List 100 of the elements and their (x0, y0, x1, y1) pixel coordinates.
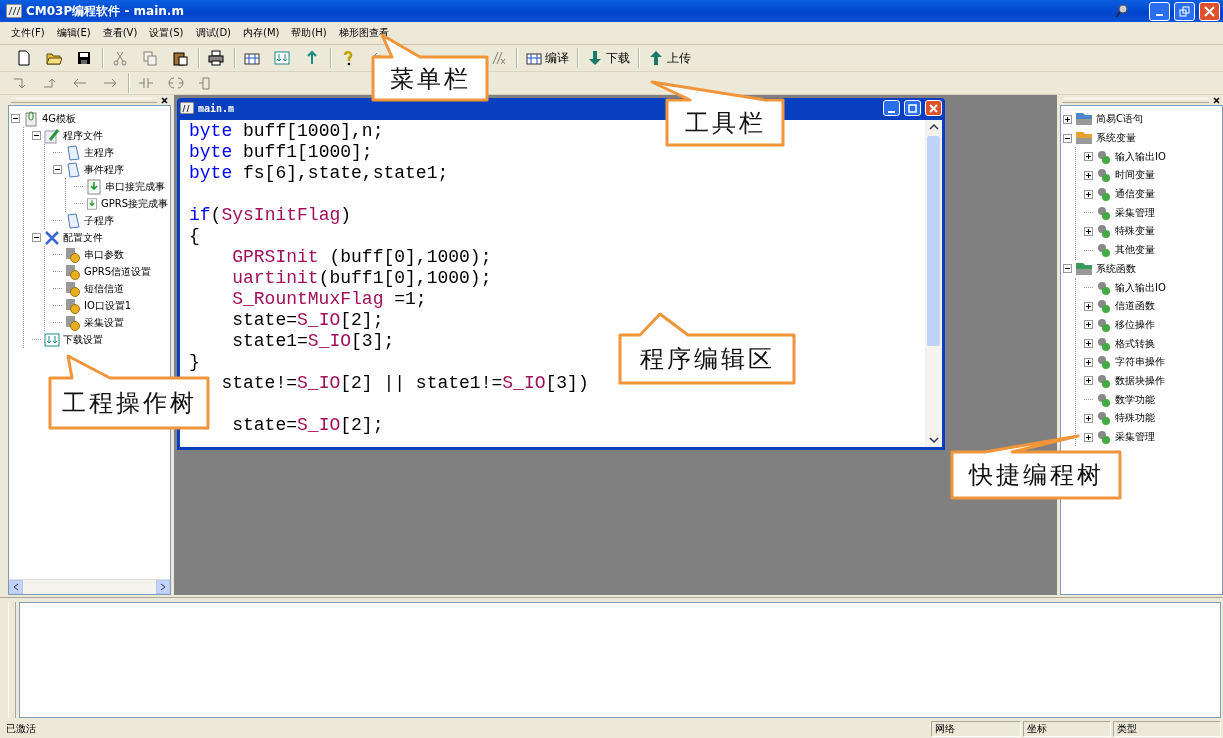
code-line: S_RountMuxFlag =1; (231, 289, 427, 310)
collapse-icon[interactable] (1063, 264, 1072, 274)
download-icon (44, 331, 60, 348)
tree-item[interactable]: 主程序 (84, 145, 114, 160)
minimize-icon (1156, 14, 1163, 16)
expand-icon[interactable] (1084, 226, 1093, 236)
pen-page-icon (44, 127, 60, 144)
menu-item[interactable]: 文件(F) (6, 24, 50, 42)
close-icon[interactable] (161, 96, 168, 104)
clipboard-icon (23, 110, 39, 127)
maximize-button[interactable] (904, 100, 921, 116)
tree-item[interactable]: 字符串操作 (1115, 355, 1165, 370)
tree-item[interactable]: 数据块操作 (1115, 373, 1165, 388)
new-file-icon (16, 50, 32, 66)
gears-icon (1096, 335, 1112, 352)
tools-icon (44, 229, 60, 246)
tree-item[interactable]: 事件程序 (84, 162, 124, 177)
tree-item[interactable]: 下载设置 (63, 332, 103, 347)
panel-grip[interactable] (8, 602, 16, 718)
minimize-button[interactable] (1149, 1, 1170, 21)
expand-icon[interactable] (1084, 301, 1093, 311)
tree-item[interactable]: GPRS接完成事 (100, 196, 168, 211)
copy-icon (142, 50, 158, 66)
tree-item[interactable]: 采集管理 (1115, 430, 1155, 445)
collapse-icon[interactable] (1063, 133, 1072, 143)
minimize-icon (888, 110, 895, 113)
collapse-icon[interactable] (53, 165, 62, 174)
tree-item[interactable]: 数学功能 (1115, 392, 1155, 407)
tree-item[interactable]: 其他变量 (1115, 243, 1155, 258)
scroll-left-button[interactable] (9, 580, 23, 594)
tree-item[interactable]: 简易C语句 (1096, 112, 1143, 127)
expand-icon[interactable] (1084, 413, 1093, 423)
tree-item[interactable]: 串口参数 (84, 247, 124, 262)
close-button[interactable] (1199, 1, 1220, 21)
tree-item[interactable]: 采集管理 (1115, 205, 1155, 220)
tree-item[interactable]: 格式转换 (1115, 336, 1155, 351)
expand-icon[interactable] (1063, 114, 1072, 124)
expand-icon[interactable] (1084, 152, 1093, 162)
menu-item[interactable]: 设置(S) (144, 24, 189, 42)
tree-item[interactable]: 系统变量 (1096, 131, 1136, 146)
pin-icon[interactable] (1115, 4, 1129, 18)
expand-icon[interactable] (1084, 432, 1093, 442)
expand-icon[interactable] (1084, 320, 1093, 330)
collapse-icon[interactable] (32, 233, 41, 242)
code-line: state=S_IO[2]; (231, 414, 384, 436)
collapse-icon[interactable] (11, 114, 20, 123)
tree-item[interactable]: 系统函数 (1096, 261, 1136, 276)
paste-icon (172, 50, 188, 66)
scroll-thumb[interactable] (927, 136, 940, 346)
gear-icon (65, 280, 81, 297)
tree-item[interactable]: 输入输出IO (1115, 280, 1166, 295)
tree-item[interactable]: 串口接完成事 (105, 179, 165, 194)
status-pane: 坐标 (1023, 721, 1111, 737)
scrollbar[interactable] (925, 120, 942, 447)
tree-item[interactable]: IO口设置1 (84, 298, 132, 313)
gears-icon (1096, 242, 1112, 259)
tree-item[interactable]: 配置文件 (63, 230, 103, 245)
tree-item[interactable]: 信道函数 (1115, 299, 1155, 314)
tree-item[interactable]: 特殊变量 (1115, 224, 1155, 239)
toolbar-button[interactable]: 上传 (645, 47, 694, 69)
close-button[interactable] (925, 100, 942, 116)
restore-button[interactable] (1174, 1, 1195, 21)
close-icon[interactable] (1213, 96, 1220, 104)
scroll-right-button[interactable] (156, 580, 170, 594)
expand-icon[interactable] (1084, 339, 1093, 349)
download-page-icon (86, 178, 102, 195)
gears-icon (1096, 204, 1112, 221)
gear-icon (65, 263, 81, 280)
folder-icon (1075, 112, 1093, 127)
tree-item[interactable]: 4G模板 (42, 111, 77, 126)
callout-text: 工具栏 (684, 107, 766, 139)
toolbar-button[interactable]: 编译 (523, 47, 572, 69)
expand-icon[interactable] (1084, 170, 1093, 180)
tree-item[interactable]: 短信信道 (84, 281, 124, 296)
tree-item[interactable]: 通信变量 (1115, 187, 1155, 202)
tree-item[interactable]: 特殊功能 (1115, 411, 1155, 426)
tree-item[interactable]: 输入输出IO (1115, 149, 1166, 164)
tree-item[interactable]: GPRS信道设置 (84, 264, 152, 279)
comment-icon (490, 50, 506, 66)
expand-icon[interactable] (1084, 357, 1093, 367)
menu-item[interactable]: 调试(D) (190, 24, 236, 42)
expand-icon[interactable] (1084, 189, 1093, 199)
tree-item[interactable]: 时间变量 (1115, 168, 1155, 183)
menu-item[interactable]: 查看(V) (97, 24, 143, 42)
code-line: state!=S_IO[2] || state1!=S_IO[3]) (220, 373, 589, 394)
toolbar-button[interactable]: 下载 (584, 47, 633, 69)
download-page-icon (86, 195, 98, 212)
maximize-icon (908, 103, 917, 113)
collapse-icon[interactable] (32, 131, 41, 140)
tree-item[interactable]: 程序文件 (63, 128, 103, 143)
tree-item[interactable]: 采集设置 (84, 315, 124, 330)
minimize-button[interactable] (883, 100, 900, 116)
menu-item[interactable]: 帮助(H) (286, 24, 332, 42)
callout-text: 快捷编程树 (968, 460, 1104, 491)
menu-item[interactable]: 内存(M) (238, 24, 285, 42)
tree-item[interactable]: 移位操作 (1115, 317, 1155, 332)
expand-icon[interactable] (1084, 376, 1093, 386)
tree-item[interactable]: 子程序 (84, 213, 114, 228)
menu-item[interactable]: 编辑(E) (51, 24, 96, 42)
callout-text: 菜单栏 (389, 63, 471, 95)
